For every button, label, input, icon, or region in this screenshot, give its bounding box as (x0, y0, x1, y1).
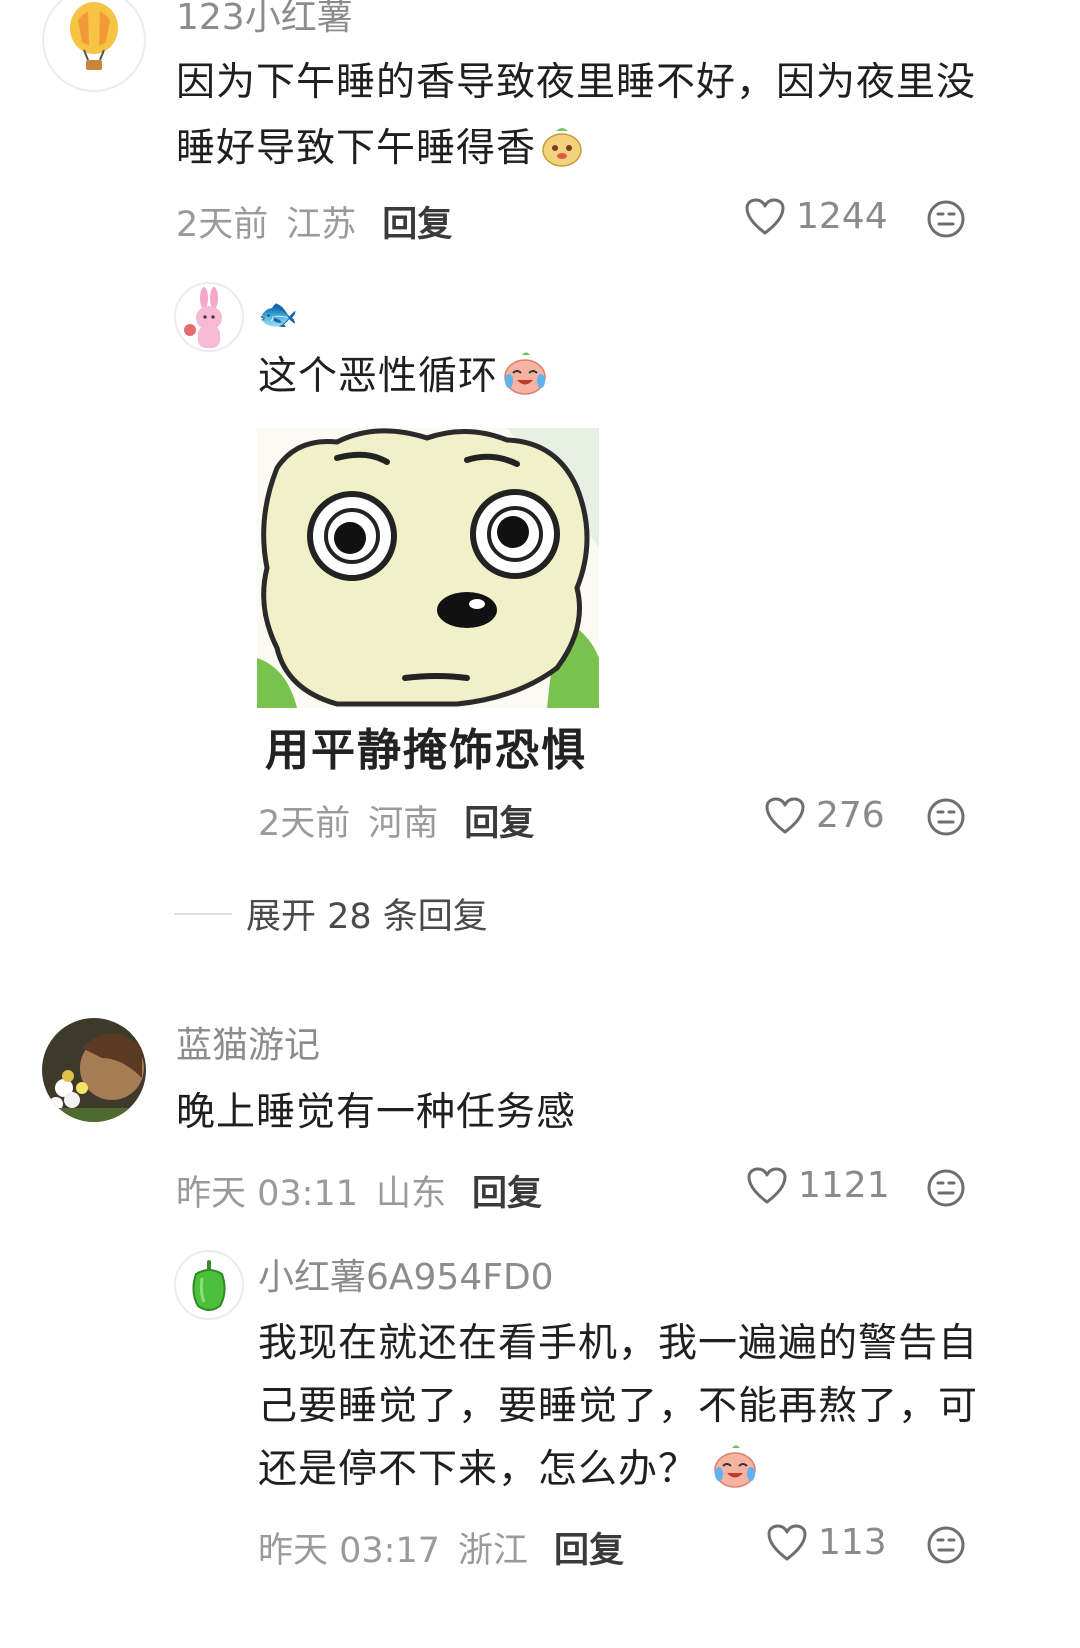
comment-meta: 2天前 江苏 回复 (176, 196, 452, 247)
comment-text: 因为下午睡的香导致夜里睡不好，因为夜里没睡好导致下午睡得香 (176, 50, 986, 190)
avatar[interactable] (42, 0, 146, 92)
heart-icon (747, 1167, 787, 1203)
heart-icon (765, 797, 805, 833)
reply-avatar[interactable] (174, 282, 244, 352)
heart-icon (767, 1524, 807, 1560)
reply-button[interactable]: 回复 (472, 1165, 542, 1216)
comment-time: 昨天 03:11 (176, 1174, 358, 1214)
comment-text: 晚上睡觉有一种任务感 (176, 1090, 577, 1135)
reply-username[interactable]: 🐟 (258, 294, 298, 334)
crying-laughing-emoji-icon (712, 1444, 758, 1509)
like-button[interactable]: 276 (764, 795, 885, 836)
green-pepper-icon (192, 1260, 226, 1311)
expand-replies-label: 展开 28 条回复 (246, 897, 488, 937)
divider-line (174, 912, 232, 915)
like-button[interactable]: 1121 (746, 1165, 890, 1206)
like-count: 276 (816, 795, 885, 836)
reply-username[interactable]: 小红薯6A954FD0 (258, 1258, 554, 1298)
reply-button[interactable]: 回复 (382, 196, 452, 247)
photo-avatar-image (42, 1018, 146, 1122)
reply-location: 河南 (368, 804, 439, 844)
reaction-face-button[interactable] (926, 199, 966, 243)
meme-sheep-face-image (257, 428, 599, 708)
reaction-face-button[interactable] (926, 1168, 966, 1212)
reply-text: 这个恶性循环 (258, 344, 978, 418)
reply-time: 2天前 (258, 804, 351, 844)
reply-text: 我现在就还在看手机，我一遍遍的警告自己要睡觉了，要睡觉了，不能再熬了，可还是停不… (258, 1312, 986, 1509)
heart-icon (745, 198, 785, 234)
reply-meta: 2天前 河南 回复 (258, 795, 534, 846)
comment-username[interactable]: 蓝猫游记 (176, 1026, 320, 1066)
comment-location: 江苏 (286, 205, 357, 245)
like-count: 1244 (796, 196, 888, 237)
comment-username[interactable]: 123小红薯 (176, 0, 353, 38)
avatar[interactable] (42, 1018, 146, 1122)
reply-button[interactable]: 回复 (464, 795, 534, 846)
comment-time: 2天前 (176, 205, 269, 245)
neutral-face-icon (927, 798, 965, 836)
meme-image[interactable]: 用平静掩饰恐惧 (257, 428, 599, 776)
neutral-face-icon (927, 1169, 965, 1207)
reply-avatar[interactable] (174, 1250, 244, 1320)
like-button[interactable]: 113 (766, 1522, 887, 1563)
reaction-face-button[interactable] (926, 797, 966, 841)
hot-air-balloon-icon (70, 2, 118, 70)
comment-meta: 昨天 03:11 山东 回复 (176, 1165, 542, 1216)
reply-location: 浙江 (458, 1531, 529, 1571)
meme-caption: 用平静掩饰恐惧 (265, 725, 587, 776)
like-button[interactable]: 1244 (744, 196, 888, 237)
comment-location: 山东 (376, 1174, 447, 1214)
sleepy-face-emoji-icon (540, 124, 584, 190)
neutral-face-icon (927, 200, 965, 238)
like-count: 113 (818, 1522, 887, 1563)
crying-laughing-emoji-icon (502, 351, 548, 418)
reply-time: 昨天 03:17 (258, 1531, 440, 1571)
reply-button[interactable]: 回复 (554, 1522, 624, 1573)
expand-replies-button[interactable]: 展开 28 条回复 (174, 888, 488, 939)
like-count: 1121 (798, 1165, 890, 1206)
reply-meta: 昨天 03:17 浙江 回复 (258, 1522, 624, 1573)
reaction-face-button[interactable] (926, 1525, 966, 1569)
neutral-face-icon (927, 1526, 965, 1564)
pink-rabbit-icon (184, 287, 222, 348)
